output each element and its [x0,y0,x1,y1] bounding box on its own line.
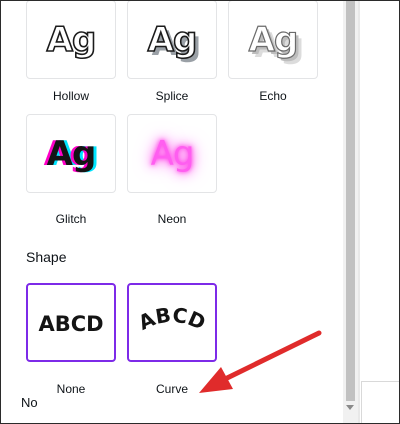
shape-label-none: None [56,382,86,396]
canvas-area [360,1,399,423]
panel-scrollbar[interactable] [343,1,358,423]
annotation-arrow [199,330,322,393]
effect-preview-glitch: Ag [46,133,97,174]
effect-tile-echo[interactable]: Ag [228,1,318,79]
effect-tile-hollow[interactable]: Ag [26,1,116,79]
effect-tile-neon[interactable]: Ag [127,114,217,193]
shape-section-title: Shape [26,249,67,265]
right-panel-card[interactable] [361,381,399,423]
effect-preview-echo: Ag [248,19,299,60]
effect-label-splice: Splice [155,89,189,103]
effect-label-glitch: Glitch [55,212,87,226]
svg-text:ABCD: ABCD [38,312,103,336]
effect-preview-splice: Ag [147,19,198,60]
text-effects-panel: Ag Hollow Ag Splice Ag Echo Ag Glitch Ag… [1,1,342,423]
effect-label-echo: Echo [259,89,287,103]
scrollbar-thumb[interactable] [346,1,355,401]
effect-label-neon: Neon [157,212,187,226]
effect-tile-splice[interactable]: Ag [127,1,217,79]
scroll-down-arrow-icon[interactable] [346,405,354,410]
right-panel-card-text: No [21,395,38,410]
effect-preview-hollow: Ag [46,19,97,60]
shape-preview-none: ABCD [38,312,103,336]
effect-tile-glitch[interactable]: Ag [26,114,116,193]
effect-preview-neon: Ag [150,133,195,174]
effect-label-hollow: Hollow [52,89,89,103]
shape-option-none[interactable]: ABCD [26,283,116,362]
